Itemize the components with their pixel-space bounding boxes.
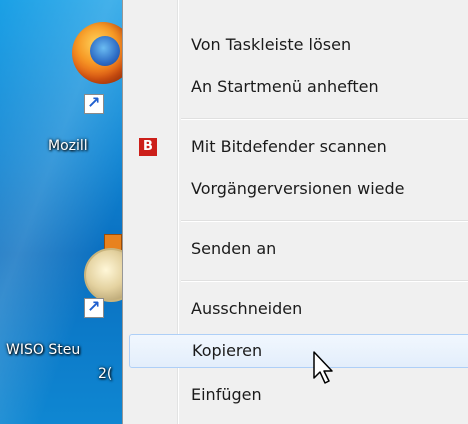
menu-separator xyxy=(181,280,468,282)
menu-item-label: Von Taskleiste lösen xyxy=(191,35,352,54)
bitdefender-icon: B xyxy=(139,138,157,156)
menu-item-send-to[interactable]: Senden an xyxy=(125,232,468,266)
context-menu: Von Taskleiste lösen An Startmenü anheft… xyxy=(122,0,468,424)
menu-item-unpin-taskbar[interactable]: Von Taskleiste lösen xyxy=(125,28,468,62)
menu-item-label: Kopieren xyxy=(192,341,263,360)
desktop-icon-label: Mozill xyxy=(48,138,88,154)
menu-item-pin-start[interactable]: An Startmenü anheften xyxy=(125,70,468,104)
desktop-area: Mozill WISO Steu 2( xyxy=(0,0,122,424)
menu-item-paste[interactable]: Einfügen xyxy=(125,378,468,412)
menu-item-copy[interactable]: Kopieren xyxy=(129,334,468,368)
mouse-pointer-icon xyxy=(313,351,333,384)
menu-item-label: An Startmenü anheften xyxy=(191,77,379,96)
menu-item-label: Mit Bitdefender scannen xyxy=(191,137,387,156)
menu-separator xyxy=(181,220,468,222)
menu-item-label: Senden an xyxy=(191,239,277,258)
desktop-icon-label: WISO Steu xyxy=(6,342,81,358)
menu-item-previous-versions[interactable]: Vorgängerversionen wiede xyxy=(125,172,468,206)
desktop-icon-label-line2: 2( xyxy=(98,366,113,382)
menu-item-bitdefender-scan[interactable]: B Mit Bitdefender scannen xyxy=(125,130,468,164)
menu-separator xyxy=(181,118,468,120)
menu-item-label: Ausschneiden xyxy=(191,299,303,318)
menu-item-label: Vorgängerversionen wiede xyxy=(191,179,405,198)
menu-item-cut[interactable]: Ausschneiden xyxy=(125,292,468,326)
shortcut-arrow-icon xyxy=(84,93,104,114)
menu-item-label: Einfügen xyxy=(191,385,262,404)
shortcut-arrow-icon xyxy=(84,297,104,318)
